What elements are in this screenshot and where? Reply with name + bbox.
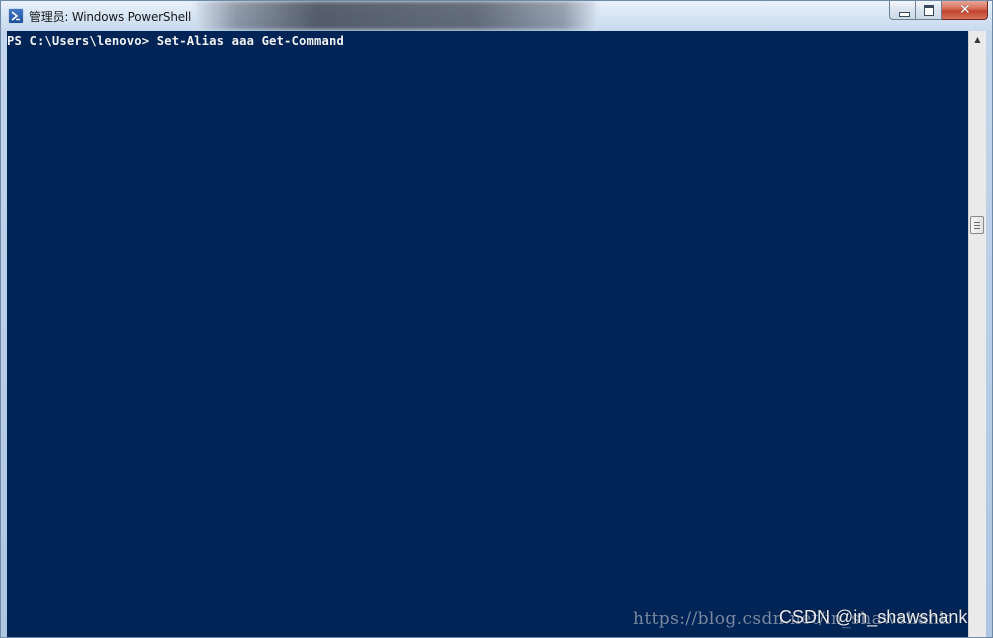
minimize-icon (899, 12, 910, 17)
scroll-up-arrow-icon[interactable]: ▲ (969, 31, 986, 48)
vertical-scrollbar[interactable]: ▲ (968, 31, 986, 637)
scroll-thumb[interactable] (970, 216, 984, 234)
title-bar[interactable]: 管理员: Windows PowerShell ✕ (1, 1, 992, 31)
window-title: 管理员: Windows PowerShell (29, 10, 192, 24)
grip-line (974, 225, 980, 226)
window-frame-right (986, 31, 992, 637)
console-line: PS C:\Users\lenovo> Set-Alias aaa Get-Co… (7, 34, 344, 48)
minimize-button[interactable] (889, 1, 916, 20)
powershell-icon[interactable] (8, 8, 24, 24)
close-button[interactable]: ✕ (942, 1, 988, 20)
maximize-button[interactable] (916, 1, 942, 20)
blurred-background-window (196, 1, 596, 30)
powershell-window: 管理员: Windows PowerShell ✕ PS C:\Users\le… (0, 0, 993, 638)
grip-line (974, 228, 980, 229)
close-icon: ✕ (959, 2, 971, 18)
window-controls: ✕ (889, 1, 988, 21)
watermark-brand: CSDN @in_shawshank (779, 607, 968, 627)
maximize-icon (924, 5, 934, 16)
grip-line (974, 222, 980, 223)
console-area[interactable]: PS C:\Users\lenovo> Set-Alias aaa Get-Co… (7, 31, 968, 637)
